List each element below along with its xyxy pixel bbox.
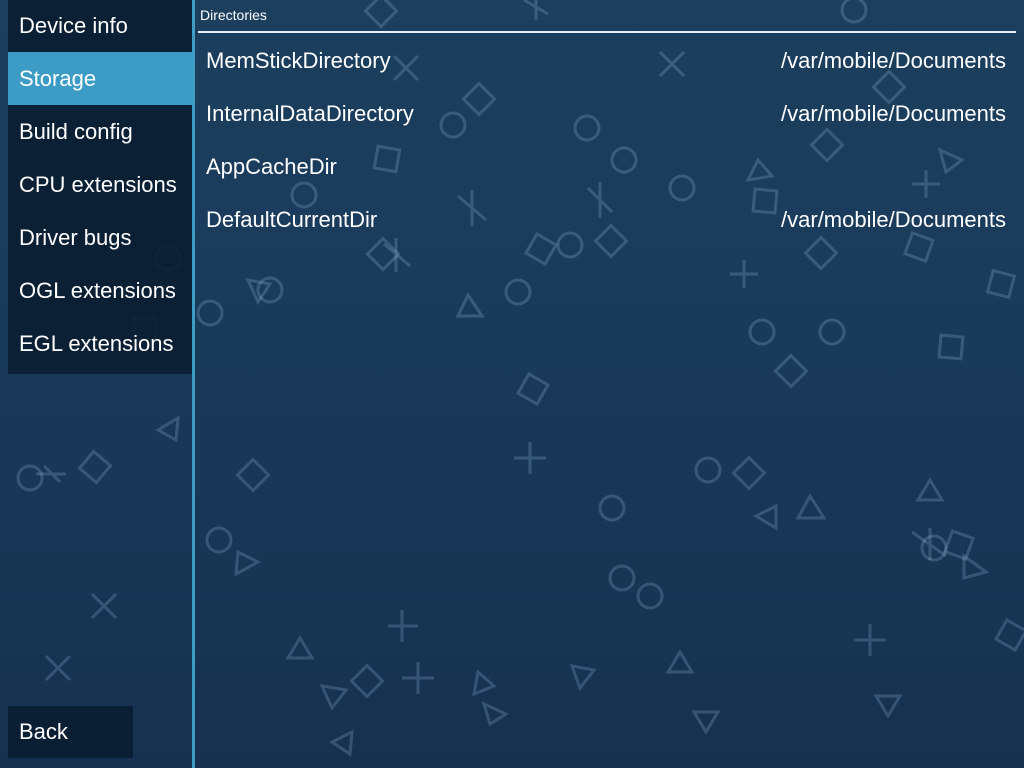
sidebar-nav: Device info Storage Build config CPU ext… xyxy=(8,0,193,374)
list-item: AppCacheDir xyxy=(196,140,1016,193)
list-item: DefaultCurrentDir /var/mobile/Documents xyxy=(196,193,1016,246)
directory-value: /var/mobile/Documents xyxy=(781,101,1006,126)
directory-value: /var/mobile/Documents xyxy=(781,48,1006,73)
bg-triangle-icon xyxy=(155,415,180,443)
sidebar-item-driver-bugs[interactable]: Driver bugs xyxy=(8,211,193,264)
sidebar-item-ogl-extensions[interactable]: OGL extensions xyxy=(8,264,193,317)
section-header: Directories xyxy=(200,7,267,23)
sidebar-item-egl-extensions[interactable]: EGL extensions xyxy=(8,317,193,370)
bg-cross-icon xyxy=(90,592,118,620)
bg-circle-icon xyxy=(16,464,44,492)
directory-list: MemStickDirectory /var/mobile/Documents … xyxy=(196,34,1016,246)
bg-square-icon xyxy=(77,449,113,485)
back-button[interactable]: Back xyxy=(8,706,133,758)
sidebar-item-build-config[interactable]: Build config xyxy=(8,105,193,158)
sidebar-item-storage[interactable]: Storage xyxy=(8,52,193,105)
sidebar-item-device-info[interactable]: Device info xyxy=(8,0,193,52)
list-item: InternalDataDirectory /var/mobile/Docume… xyxy=(196,87,1016,140)
list-item: MemStickDirectory /var/mobile/Documents xyxy=(196,34,1016,87)
directory-value: /var/mobile/Documents xyxy=(781,207,1006,232)
directory-key: AppCacheDir xyxy=(206,154,337,179)
directory-key: MemStickDirectory xyxy=(206,48,391,73)
directory-key: InternalDataDirectory xyxy=(206,101,414,126)
bg-cross-icon xyxy=(44,654,72,682)
main-panel: Directories MemStickDirectory /var/mobil… xyxy=(196,0,1024,768)
section-divider xyxy=(198,31,1016,33)
directory-key: DefaultCurrentDir xyxy=(206,207,378,232)
sidebar-item-cpu-extensions[interactable]: CPU extensions xyxy=(8,158,193,211)
sidebar-divider xyxy=(192,0,195,768)
